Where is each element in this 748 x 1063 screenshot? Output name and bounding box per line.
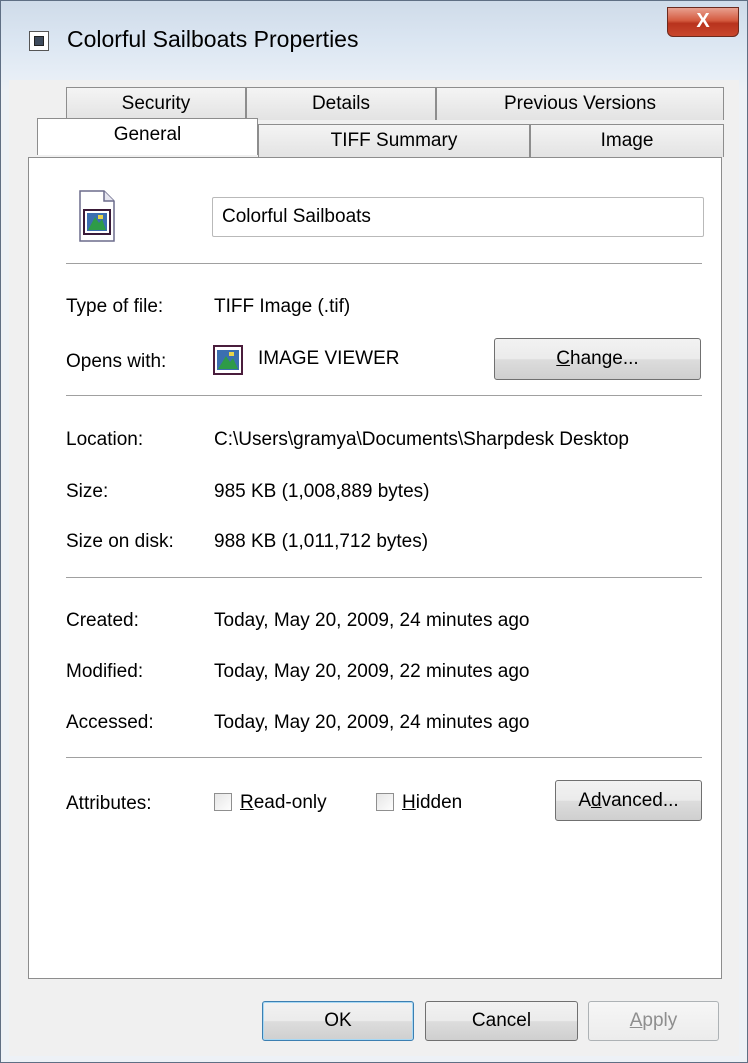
file-name-field[interactable] bbox=[212, 197, 704, 237]
apply-button-accesskey: A bbox=[629, 1010, 643, 1031]
cancel-button[interactable]: Cancel bbox=[425, 1001, 578, 1041]
separator bbox=[66, 577, 702, 579]
separator bbox=[66, 263, 702, 265]
apply-button-label-rest: pply bbox=[642, 1010, 678, 1031]
change-button-label-rest: hange... bbox=[570, 348, 639, 369]
change-button-accesskey: C bbox=[556, 348, 571, 369]
location-label: Location: bbox=[66, 429, 144, 450]
opens-with-value: IMAGE VIEWER bbox=[258, 348, 400, 369]
tab-tiff-summary[interactable]: TIFF Summary bbox=[258, 124, 530, 157]
separator bbox=[66, 395, 702, 397]
advanced-button-label-rest: vanced... bbox=[601, 790, 679, 811]
title-bar[interactable]: Colorful Sailboats Properties X bbox=[1, 1, 747, 81]
read-only-checkbox[interactable] bbox=[214, 793, 232, 811]
tab-previous-versions[interactable]: Previous Versions bbox=[436, 87, 724, 120]
tab-security[interactable]: Security bbox=[66, 87, 246, 120]
accessed-label: Accessed: bbox=[66, 712, 154, 733]
ok-button[interactable]: OK bbox=[262, 1001, 414, 1041]
window-icon bbox=[29, 31, 49, 51]
size-on-disk-value: 988 KB (1,011,712 bytes) bbox=[214, 531, 429, 552]
read-only-accesskey: R bbox=[240, 792, 254, 813]
hidden-accesskey: H bbox=[402, 792, 416, 813]
type-of-file-label: Type of file: bbox=[66, 296, 164, 317]
hidden-label-rest: idden bbox=[415, 792, 463, 813]
size-value: 985 KB (1,008,889 bytes) bbox=[214, 481, 430, 502]
read-only-label[interactable]: Read-only bbox=[240, 792, 327, 814]
modified-value: Today, May 20, 2009, 22 minutes ago bbox=[214, 661, 530, 682]
advanced-button-label: A bbox=[578, 790, 591, 811]
close-button[interactable]: X bbox=[667, 7, 739, 37]
read-only-label-rest: ead-only bbox=[253, 792, 327, 813]
created-label: Created: bbox=[66, 610, 139, 631]
separator bbox=[66, 757, 702, 759]
image-viewer-icon bbox=[213, 345, 243, 375]
location-value: C:\Users\gramya\Documents\Sharpdesk Desk… bbox=[214, 429, 629, 450]
advanced-button[interactable]: Advanced... bbox=[555, 780, 702, 821]
modified-label: Modified: bbox=[66, 661, 144, 682]
tab-details[interactable]: Details bbox=[246, 87, 436, 120]
type-of-file-value: TIFF Image (.tif) bbox=[214, 296, 351, 317]
tab-image[interactable]: Image bbox=[530, 124, 724, 157]
general-tab-panel bbox=[28, 157, 722, 979]
opens-with-label: Opens with: bbox=[66, 351, 167, 372]
hidden-checkbox[interactable] bbox=[376, 793, 394, 811]
advanced-button-accesskey: d bbox=[591, 790, 602, 811]
window-title: Colorful Sailboats Properties bbox=[67, 26, 359, 52]
change-button[interactable]: Change... bbox=[494, 338, 701, 380]
accessed-value: Today, May 20, 2009, 24 minutes ago bbox=[214, 712, 530, 733]
tiff-file-icon bbox=[79, 190, 115, 242]
size-on-disk-label: Size on disk: bbox=[66, 531, 174, 552]
attributes-label: Attributes: bbox=[66, 793, 152, 814]
hidden-label[interactable]: Hidden bbox=[402, 792, 462, 814]
tab-general[interactable]: General bbox=[37, 118, 258, 155]
size-label: Size: bbox=[66, 481, 109, 502]
apply-button[interactable]: Apply bbox=[588, 1001, 719, 1041]
created-value: Today, May 20, 2009, 24 minutes ago bbox=[214, 610, 530, 631]
